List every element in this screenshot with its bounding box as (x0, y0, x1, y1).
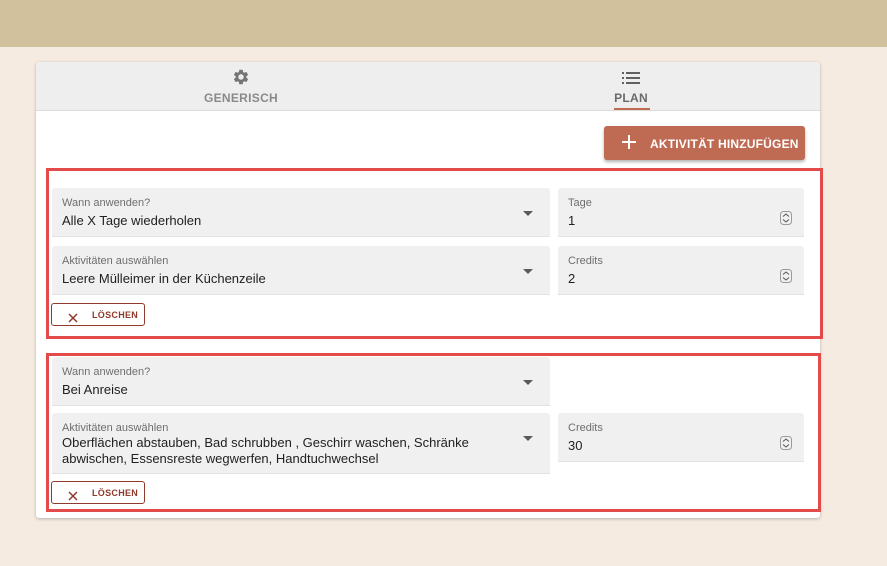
tab-bar: GENERISCH PLAN (36, 62, 820, 111)
tab-plan-label: PLAN (614, 91, 648, 105)
gear-icon (232, 68, 250, 91)
rule-highlight-box (46, 168, 823, 339)
rule-highlight-box (46, 353, 821, 512)
add-activity-label: AKTIVITÄT HINZUFÜGEN (650, 137, 799, 151)
plus-icon (622, 135, 636, 154)
tab-generic-label: GENERISCH (203, 91, 279, 105)
top-bar (0, 0, 887, 47)
tab-generic[interactable]: GENERISCH (156, 62, 326, 111)
add-activity-button[interactable]: AKTIVITÄT HINZUFÜGEN (604, 126, 805, 160)
tab-plan[interactable]: PLAN (566, 62, 696, 111)
active-tab-indicator (614, 108, 650, 110)
list-icon (622, 71, 640, 89)
